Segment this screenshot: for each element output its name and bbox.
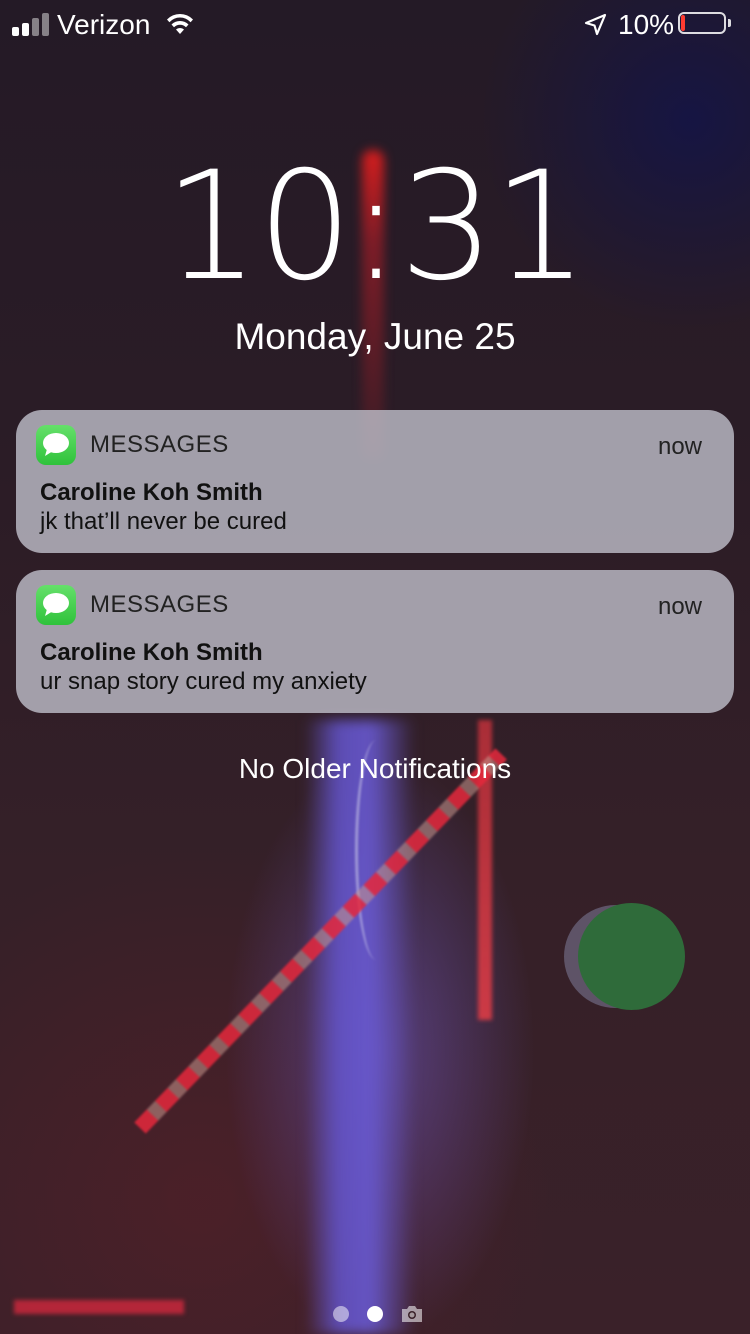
cellular-signal-icon	[12, 12, 52, 36]
battery-percent: 10%	[618, 9, 675, 40]
messages-app-icon	[36, 585, 76, 625]
messages-app-icon	[36, 425, 76, 465]
battery-icon	[678, 12, 732, 36]
wifi-icon	[165, 11, 195, 43]
battery-level-fill	[681, 15, 685, 31]
location-arrow-icon	[583, 12, 607, 44]
signal-bar	[12, 27, 19, 36]
notification-time: now	[657, 593, 702, 620]
signal-bar	[42, 13, 49, 36]
wallpaper-green-orb	[578, 903, 685, 1010]
notification-card[interactable]: MESSAGES now Caroline Koh Smith jk that’…	[16, 410, 734, 553]
signal-bar	[32, 18, 39, 36]
signal-bar	[22, 23, 29, 36]
no-older-notifications-label: No Older Notifications	[238, 753, 512, 784]
page-indicator	[0, 1300, 750, 1330]
page-dot-current[interactable]	[367, 1306, 383, 1322]
notification-app-name: MESSAGES	[90, 431, 229, 458]
battery-body	[678, 12, 726, 34]
notification-time: now	[657, 433, 702, 460]
status-bar: Verizon 10%	[0, 0, 750, 50]
notification-message: jk that’ll never be cured	[40, 508, 287, 535]
notification-sender: Caroline Koh Smith	[40, 639, 263, 666]
camera-icon[interactable]	[400, 1303, 424, 1330]
notification-sender: Caroline Koh Smith	[40, 479, 263, 506]
page-dot-widgets[interactable]	[333, 1306, 349, 1322]
lock-screen-time: 10:31	[163, 140, 588, 314]
notification-message: ur snap story cured my anxiety	[40, 668, 367, 695]
lock-screen-date: Monday, June 25	[234, 316, 516, 357]
carrier-name: Verizon	[57, 9, 151, 40]
notification-app-name: MESSAGES	[90, 591, 229, 618]
notification-card[interactable]: MESSAGES now Caroline Koh Smith ur snap …	[16, 570, 734, 713]
battery-tip	[728, 19, 731, 27]
